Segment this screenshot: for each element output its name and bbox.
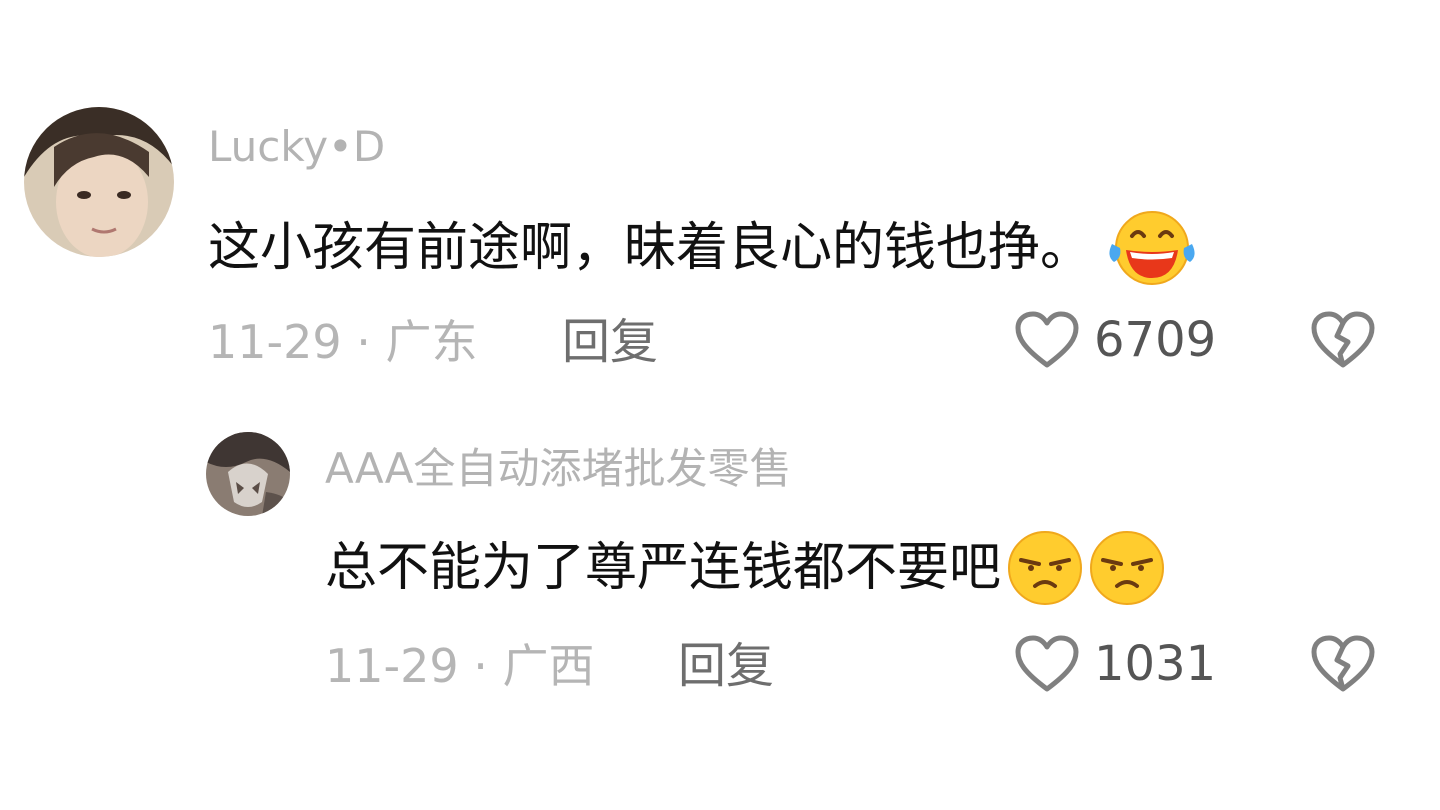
username[interactable]: AAA全自动添堵批发零售: [325, 448, 792, 490]
comment-meta: 11-29 · 广西: [325, 639, 595, 693]
like-button[interactable]: 1031: [1014, 634, 1216, 694]
comment-body: 这小孩有前途啊，昧着良心的钱也挣。: [208, 218, 1093, 278]
like-count: 1031: [1094, 636, 1217, 692]
reply-button[interactable]: 回复: [678, 642, 774, 690]
laughing-tears-emoji: [1106, 208, 1198, 288]
like-button[interactable]: 6709: [1014, 310, 1216, 370]
comment-text: 这小孩有前途啊，昧着良心的钱也挣。: [208, 208, 1198, 288]
dislike-button[interactable]: [1310, 310, 1376, 370]
username[interactable]: Lucky•D: [208, 126, 385, 168]
comment-meta: 11-29 · 广东: [208, 315, 478, 369]
like-count: 6709: [1094, 312, 1217, 368]
avatar[interactable]: [206, 432, 290, 516]
comment-text: 总不能为了尊严连钱都不要吧: [325, 528, 1167, 608]
avatar[interactable]: [24, 107, 174, 257]
broken-heart-icon: [1310, 310, 1376, 370]
comment-body: 总不能为了尊严连钱都不要吧: [325, 538, 1002, 598]
reply-button[interactable]: 回复: [562, 318, 658, 366]
dislike-button[interactable]: [1310, 634, 1376, 694]
broken-heart-icon: [1310, 634, 1376, 694]
frowning-emoji: [1005, 528, 1085, 608]
heart-outline-icon: [1014, 310, 1080, 370]
heart-outline-icon: [1014, 634, 1080, 694]
frowning-emoji: [1087, 528, 1167, 608]
